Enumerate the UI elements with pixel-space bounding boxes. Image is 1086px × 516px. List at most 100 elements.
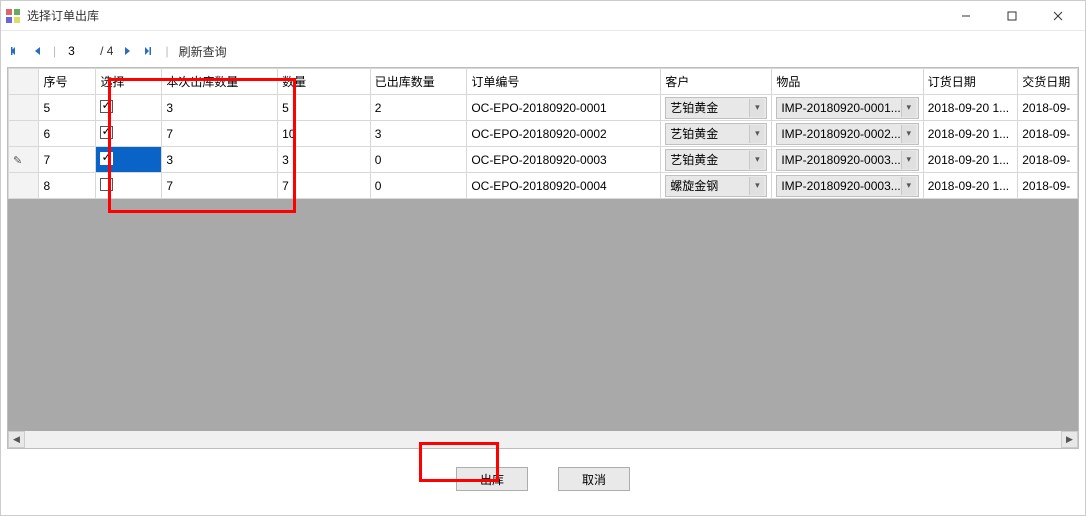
chevron-down-icon[interactable]: ▾	[749, 151, 764, 169]
first-page-button[interactable]	[11, 45, 23, 57]
cell-customer[interactable]: 艺铂黄金▾	[661, 95, 772, 121]
table-row[interactable]: 6 7103OC-EPO-20180920-0002艺铂黄金▾ IMP-201809…	[9, 121, 1078, 147]
chevron-down-icon[interactable]: ▾	[901, 99, 916, 117]
cell-customer-dropdown[interactable]: 艺铂黄金▾	[665, 123, 767, 145]
cell-qty[interactable]: 7	[278, 173, 371, 199]
cell-item-dropdown[interactable]: IMP-20180920-0003...▾	[776, 175, 918, 197]
window-frame: 选择订单出库 | / 4	[0, 0, 1086, 516]
cell-item[interactable]: IMP-20180920-0001...▾	[772, 95, 923, 121]
cell-out-qty[interactable]: 7	[162, 121, 278, 147]
select-checkbox[interactable]	[100, 152, 113, 165]
row-indicator[interactable]	[9, 173, 39, 199]
cell-customer[interactable]: 螺旋金钢▾	[661, 173, 772, 199]
cell-seq[interactable]: 8	[39, 173, 96, 199]
scroll-right-button[interactable]: ▶	[1061, 431, 1078, 448]
cell-out-qty[interactable]: 3	[162, 147, 278, 173]
cell-item-value: IMP-20180920-0001...	[781, 101, 900, 115]
col-qty[interactable]: 数量	[278, 69, 371, 95]
cancel-button[interactable]: 取消	[558, 467, 630, 491]
cell-out-qty[interactable]: 3	[162, 95, 278, 121]
refresh-button[interactable]: 刷新查询	[179, 43, 227, 60]
cell-deliver-date[interactable]: 2018-09-	[1018, 121, 1078, 147]
cell-customer-value: 艺铂黄金	[670, 151, 718, 168]
cell-outed[interactable]: 2	[370, 95, 467, 121]
cell-item[interactable]: IMP-20180920-0003...▾	[772, 147, 923, 173]
cell-item-value: IMP-20180920-0003...	[781, 179, 900, 193]
table-row[interactable]: ✎7330OC-EPO-20180920-0003艺铂黄金▾IMP-201809…	[9, 147, 1078, 173]
col-out-qty[interactable]: 本次出库数量	[162, 69, 278, 95]
chevron-down-icon[interactable]: ▾	[901, 125, 916, 143]
cell-seq[interactable]: 6	[39, 121, 96, 147]
col-order-no[interactable]: 订单编号	[467, 69, 661, 95]
cell-customer-dropdown[interactable]: 艺铂黄金 ▾	[665, 149, 767, 171]
cell-order-no[interactable]: OC-EPO-20180920-0001	[467, 95, 661, 121]
cell-deliver-date[interactable]: 2018-09-	[1018, 173, 1078, 199]
cell-qty[interactable]: 10	[278, 121, 371, 147]
cell-order-no[interactable]: OC-EPO-20180920-0004	[467, 173, 661, 199]
window-title: 选择订单出库	[27, 7, 943, 24]
cell-outed[interactable]: 0	[370, 147, 467, 173]
cell-item[interactable]: IMP-20180920-0002...▾	[772, 121, 923, 147]
table-row[interactable]: 8770OC-EPO-20180920-0004螺旋金钢▾IMP-2018092…	[9, 173, 1078, 199]
select-checkbox[interactable]	[100, 100, 113, 113]
cell-item[interactable]: IMP-20180920-0003...▾	[772, 173, 923, 199]
footer-buttons: 出库 取消	[7, 449, 1079, 509]
col-item[interactable]: 物品	[772, 69, 923, 95]
chevron-down-icon[interactable]: ▾	[901, 151, 916, 169]
next-page-button[interactable]	[123, 45, 133, 57]
col-order-date[interactable]: 订货日期	[923, 69, 1017, 95]
cell-order-date[interactable]: 2018-09-20 1...	[923, 121, 1017, 147]
minimize-button[interactable]	[943, 1, 989, 31]
col-seq[interactable]: 序号	[39, 69, 96, 95]
cell-order-no[interactable]: OC-EPO-20180920-0002	[467, 121, 661, 147]
last-page-button[interactable]	[143, 45, 155, 57]
current-page-input[interactable]	[66, 42, 90, 60]
cell-customer-dropdown[interactable]: 艺铂黄金▾	[665, 97, 767, 119]
cell-seq[interactable]: 7	[39, 147, 96, 173]
cell-qty[interactable]: 3	[278, 147, 371, 173]
scroll-left-button[interactable]: ◀	[8, 431, 25, 448]
row-indicator[interactable]: ✎	[9, 147, 39, 173]
chevron-down-icon[interactable]: ▾	[749, 125, 764, 143]
select-checkbox[interactable]	[100, 126, 113, 139]
horizontal-scrollbar[interactable]: ◀ ▶	[8, 431, 1078, 448]
cell-select[interactable]	[96, 147, 162, 173]
col-deliver-date[interactable]: 交货日期	[1018, 69, 1078, 95]
cell-deliver-date[interactable]: 2018-09-	[1018, 147, 1078, 173]
col-customer[interactable]: 客户	[661, 69, 772, 95]
scroll-track[interactable]	[25, 431, 1061, 448]
cell-customer[interactable]: 艺铂黄金▾	[661, 121, 772, 147]
cell-select[interactable]	[96, 95, 162, 121]
table-row[interactable]: 5352OC-EPO-20180920-0001艺铂黄金▾IMP-2018092…	[9, 95, 1078, 121]
cell-select[interactable]	[96, 121, 162, 147]
chevron-down-icon[interactable]: ▾	[901, 177, 916, 195]
cell-customer-dropdown[interactable]: 螺旋金钢▾	[665, 175, 767, 197]
cell-customer[interactable]: 艺铂黄金 ▾	[661, 147, 772, 173]
chevron-down-icon[interactable]: ▾	[749, 99, 764, 117]
col-outed[interactable]: 已出库数量	[370, 69, 467, 95]
cell-qty[interactable]: 5	[278, 95, 371, 121]
col-select[interactable]: 选择	[96, 69, 162, 95]
cell-item-dropdown[interactable]: IMP-20180920-0003...▾	[776, 149, 918, 171]
select-checkbox[interactable]	[100, 178, 113, 191]
outbound-button[interactable]: 出库	[456, 467, 528, 491]
cell-select[interactable]	[96, 173, 162, 199]
prev-page-button[interactable]	[33, 45, 43, 57]
cell-deliver-date[interactable]: 2018-09-	[1018, 95, 1078, 121]
cell-item-dropdown[interactable]: IMP-20180920-0001...▾	[776, 97, 918, 119]
cell-item-dropdown[interactable]: IMP-20180920-0002...▾	[776, 123, 918, 145]
cell-seq[interactable]: 5	[39, 95, 96, 121]
cell-order-no[interactable]: OC-EPO-20180920-0003	[467, 147, 661, 173]
cell-order-date[interactable]: 2018-09-20 1...	[923, 95, 1017, 121]
maximize-button[interactable]	[989, 1, 1035, 31]
cell-order-date[interactable]: 2018-09-20 1...	[923, 147, 1017, 173]
row-indicator[interactable]	[9, 121, 39, 147]
close-button[interactable]	[1035, 1, 1081, 31]
cell-out-qty[interactable]: 7	[162, 173, 278, 199]
cell-order-date[interactable]: 2018-09-20 1...	[923, 173, 1017, 199]
paging-navbar: | / 4 | 刷新查询	[7, 39, 1079, 63]
row-indicator[interactable]	[9, 95, 39, 121]
cell-outed[interactable]: 3	[370, 121, 467, 147]
cell-outed[interactable]: 0	[370, 173, 467, 199]
chevron-down-icon[interactable]: ▾	[749, 177, 764, 195]
